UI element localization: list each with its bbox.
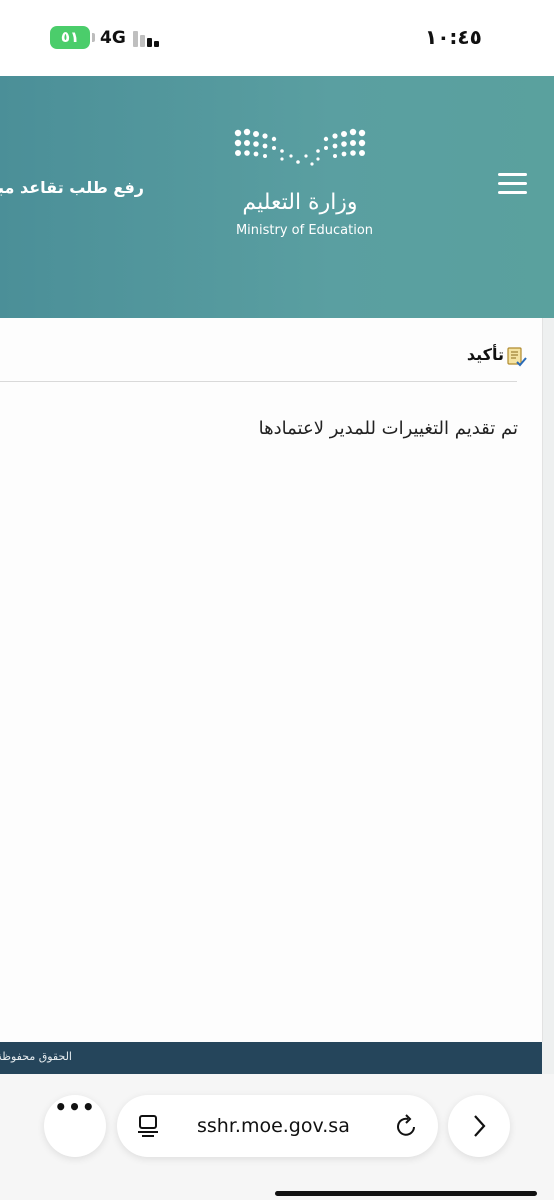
battery-level: ٥١ xyxy=(60,28,80,46)
status-bar: ٥١ 4G ١٠:٤٥ xyxy=(0,0,554,76)
network-type: 4G xyxy=(100,28,126,48)
confirmation-message: تم تقديم التغييرات للمدير لاعتمادها xyxy=(258,418,518,439)
reload-icon[interactable] xyxy=(396,1113,418,1139)
logo-dots-icon xyxy=(234,128,366,166)
app-header: رفع طلب تقاعد مبكر وزارة التعليم Ministr… xyxy=(0,76,554,318)
scroll-gutter xyxy=(543,318,554,1042)
chevron-right-icon xyxy=(474,1115,486,1137)
page-footer: الحقوق محفوظة xyxy=(0,1042,542,1074)
section-title: تأكيد xyxy=(466,345,504,364)
browser-toolbar: ••• sshr.moe.gov.sa xyxy=(0,1074,554,1200)
more-icon: ••• xyxy=(54,1095,96,1119)
url-text: sshr.moe.gov.sa xyxy=(197,1115,350,1137)
footer-gutter xyxy=(542,1042,554,1074)
divider xyxy=(0,381,517,382)
clock: ١٠:٤٥ xyxy=(425,25,482,49)
logo-english-text: Ministry of Education xyxy=(235,223,374,238)
hamburger-icon[interactable] xyxy=(498,173,527,195)
battery-tip xyxy=(92,33,95,42)
more-button[interactable]: ••• xyxy=(44,1095,106,1157)
copyright-text: الحقوق محفوظة xyxy=(0,1050,72,1063)
forward-button[interactable] xyxy=(448,1095,510,1157)
battery-indicator: ٥١ xyxy=(50,26,90,49)
ministry-logo[interactable]: وزارة التعليم Ministry of Education xyxy=(222,126,392,244)
content-panel: تأكيد تم تقديم التغييرات للمدير لاعتماده… xyxy=(0,318,543,1042)
address-bar[interactable]: sshr.moe.gov.sa xyxy=(117,1095,438,1157)
page-settings-icon[interactable] xyxy=(137,1114,159,1138)
logo-arabic-text: وزارة التعليم xyxy=(242,190,358,215)
signal-icon xyxy=(133,30,163,47)
document-check-icon xyxy=(506,346,528,368)
home-indicator xyxy=(275,1191,537,1196)
page-title: رفع طلب تقاعد مبكر xyxy=(0,178,144,197)
